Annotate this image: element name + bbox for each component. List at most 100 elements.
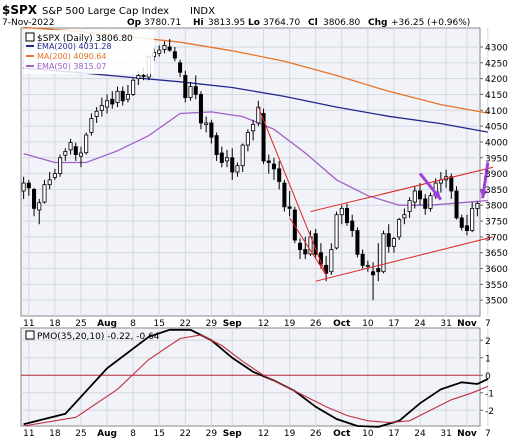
candle-body-down	[355, 230, 360, 255]
pmo-x-tick-label: 17	[388, 429, 399, 439]
candle-body-up	[115, 90, 120, 103]
stock-chart: $SPX S&P 500 Large Cap Index INDX 7-Nov-…	[0, 0, 531, 442]
candle-body-up	[52, 173, 57, 178]
header-close: 3806.80	[323, 18, 360, 28]
header-name: S&P 500 Large Cap Index	[42, 6, 169, 17]
candle	[282, 179, 287, 212]
candle-body-up	[105, 100, 110, 108]
candle-body-up	[125, 94, 130, 100]
candle-body-down	[214, 135, 219, 155]
price-y-tick-label: 3600	[485, 265, 508, 275]
candle-body-up	[407, 200, 412, 212]
price-y-tick-label: 3950	[485, 154, 508, 164]
chart-svg: $SPX S&P 500 Large Cap Index INDX 7-Nov-…	[0, 0, 531, 442]
pmo-x-tick-label: Sep	[223, 429, 243, 439]
candle-body-down	[178, 62, 183, 73]
candle-body-up	[21, 182, 26, 192]
price-y-tick-label: 3550	[485, 281, 508, 291]
candle-body-down	[26, 182, 31, 189]
legend-swatch-price	[25, 32, 35, 42]
candle-body-down	[344, 207, 350, 224]
price-y-axis: 3500 3550 3600 3650 3700 3750 3800 3850 3900 3950…	[480, 43, 508, 307]
pmo-x-tick-label: 31	[440, 429, 451, 439]
candle-body-up	[68, 142, 73, 151]
price-y-tick-label: 4100	[485, 107, 508, 117]
candle	[428, 192, 433, 212]
candle-body-up	[204, 122, 209, 125]
header-close-label: Cl	[308, 18, 318, 28]
header-high: 3813.95	[208, 18, 245, 28]
candle-body-up	[157, 49, 162, 54]
pmo-y-tick-label: 0	[485, 372, 491, 382]
candle-body-down	[110, 98, 115, 105]
candle-body-up	[235, 165, 240, 173]
pmo-x-tick-label: 11	[23, 429, 34, 439]
pmo-y-tick-label: -1	[485, 389, 494, 399]
price-y-tick-label: 4050	[485, 123, 508, 133]
candle-body-up	[188, 86, 193, 99]
pmo-y-tick-label: 2	[485, 337, 491, 347]
price-y-tick-label: 4000	[485, 138, 508, 148]
price-y-tick-label: 4150	[485, 91, 508, 101]
pmo-x-tick-label: 18	[49, 429, 61, 439]
pmo-x-tick-label: 22	[180, 429, 191, 439]
pmo-legend-swatch	[25, 330, 35, 340]
pmo-x-tick-label: 19	[284, 429, 296, 439]
candle-body-up	[42, 184, 47, 203]
candle-body-up	[251, 124, 256, 132]
candle-body-down	[193, 86, 198, 95]
candle-body-down	[172, 51, 177, 59]
candle-body-up	[136, 75, 141, 80]
candle-body-down	[230, 157, 235, 173]
candle-body-down	[120, 90, 125, 102]
candle-body-up	[99, 105, 104, 111]
candle	[131, 78, 136, 97]
candle-body-down	[350, 220, 355, 231]
pmo-x-tick-label: 29	[206, 429, 218, 439]
candle-body-down	[449, 176, 454, 192]
pmo-y-tick-label: -2	[485, 407, 494, 417]
candle	[355, 227, 360, 258]
candle	[334, 211, 339, 250]
candle-body-up	[339, 207, 344, 216]
pmo-x-tick-label: 8	[130, 429, 136, 439]
candle-body-up	[402, 214, 407, 219]
price-y-tick-label: 4200	[485, 75, 508, 85]
pmo-x-tick-label: 12	[258, 429, 269, 439]
candle	[397, 217, 402, 241]
pmo-legend-label: PMO(35,20,10) -0.22, -0.64	[37, 332, 160, 342]
candle-body-up	[334, 214, 339, 249]
header-low: 3764.70	[263, 18, 300, 28]
pmo-x-tick-label: Aug	[97, 429, 117, 439]
price-y-tick-label: 3500	[485, 297, 508, 307]
candle-body-down	[219, 152, 224, 163]
header-change: +36.25 (+0.96%)	[391, 18, 470, 28]
candle-body-down	[464, 225, 469, 231]
candle-body-up	[94, 110, 99, 118]
candle-body-down	[277, 168, 282, 182]
candle-body-down	[266, 160, 271, 163]
price-y-tick-label: 4250	[485, 59, 508, 69]
pmo-x-tick-label: 24	[414, 429, 426, 439]
candle-body-down	[282, 182, 287, 208]
candle-body-up	[240, 144, 245, 167]
candle-body-down	[418, 190, 423, 200]
legend-ma200: MA(200) 4090.64	[37, 52, 107, 61]
candle-body-down	[183, 75, 188, 99]
pmo-y-tick-label: 1	[485, 354, 491, 364]
candle-body-up	[245, 132, 250, 146]
price-y-tick-label: 3900	[485, 170, 508, 180]
header-open-label: Op	[127, 18, 142, 28]
pmo-x-tick-label: 26	[310, 429, 322, 439]
candle-body-up	[397, 219, 402, 238]
price-y-tick-label: 3800	[485, 202, 508, 212]
pmo-x-tick-label: 10	[362, 429, 374, 439]
candle-body-up	[58, 157, 63, 174]
header-low-label: Lo	[248, 18, 260, 28]
candle-body-up	[78, 152, 83, 157]
header-date: 7-Nov-2022	[2, 18, 54, 28]
legend-ema50: EMA(50) 3815.07	[37, 62, 106, 71]
candle-body-up	[381, 233, 386, 273]
candle-body-down	[287, 206, 292, 209]
candle-body-up	[412, 190, 417, 203]
